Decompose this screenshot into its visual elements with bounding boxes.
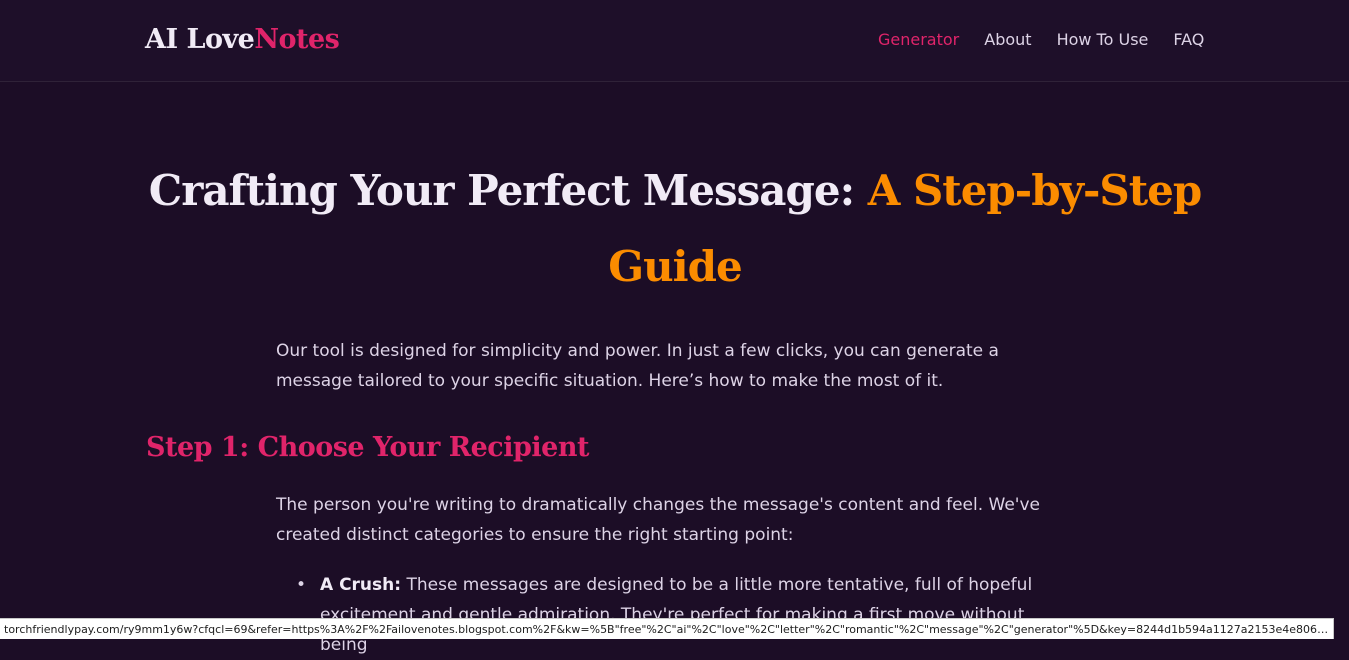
step-1-heading: Step 1: Choose Your Recipient	[146, 432, 589, 463]
bullet-icon: •	[296, 570, 306, 600]
nav-link-about[interactable]: About	[984, 30, 1031, 49]
list-item-title: A Crush:	[320, 575, 401, 595]
page-title: Crafting Your Perfect Message: A Step-by…	[140, 153, 1210, 305]
list-item-text: These messages are designed to be a litt…	[320, 575, 1032, 655]
logo-text-main: AI Love	[145, 24, 254, 55]
page-title-main: Crafting Your Perfect Message:	[149, 166, 868, 215]
nav-link-generator[interactable]: Generator	[878, 30, 959, 49]
nav-link-how-to-use[interactable]: How To Use	[1057, 30, 1149, 49]
site-logo[interactable]: AI LoveNotes	[145, 24, 339, 55]
list-item: • A Crush: These messages are designed t…	[296, 570, 1076, 660]
logo-text-accent: Notes	[254, 24, 339, 55]
site-header: AI LoveNotes Generator About How To Use …	[0, 0, 1349, 82]
nav-link-faq[interactable]: FAQ	[1173, 30, 1204, 49]
main-nav: Generator About How To Use FAQ	[878, 30, 1204, 49]
intro-paragraph: Our tool is designed for simplicity and …	[276, 336, 1076, 396]
browser-status-bar: torchfriendlypay.com/ry9mm1y6w?cfqcl=69&…	[0, 618, 1334, 639]
recipient-list: • A Crush: These messages are designed t…	[296, 570, 1076, 660]
step-1-paragraph: The person you're writing to dramaticall…	[276, 490, 1076, 550]
